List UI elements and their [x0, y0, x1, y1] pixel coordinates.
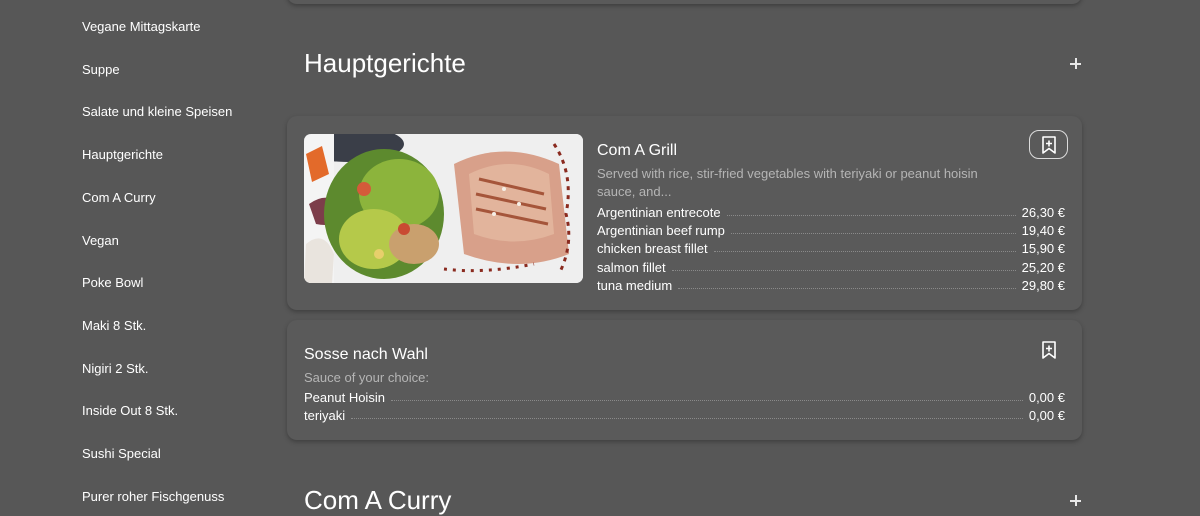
price-row: Argentinian entrecote 26,30 € — [597, 202, 1065, 220]
dotted-leader — [726, 215, 1016, 216]
price-row: chicken breast fillet 15,90 € — [597, 238, 1065, 256]
dotted-leader — [678, 288, 1016, 289]
sidebar-item-fischgenuss[interactable]: Purer roher Fischgenuss — [82, 489, 224, 504]
price-value: 19,40 € — [1021, 223, 1065, 238]
item-description: Sauce of your choice: — [304, 370, 430, 385]
section-title-hauptgerichte: Hauptgerichte — [304, 48, 466, 78]
food-photo — [304, 134, 583, 283]
price-value: 15,90 € — [1021, 241, 1065, 256]
sidebar-item-vegane-mittagskarte[interactable]: Vegane Mittagskarte — [82, 19, 201, 34]
price-option-name: chicken breast fillet — [597, 241, 708, 256]
price-value: 0,00 € — [1028, 390, 1065, 405]
sidebar-item-com-a-curry[interactable]: Com A Curry — [82, 190, 156, 205]
sidebar-item-poke-bowl[interactable]: Poke Bowl — [82, 275, 143, 290]
price-option-name: tuna medium — [597, 278, 673, 293]
price-value: 25,20 € — [1021, 260, 1065, 275]
price-option-name: teriyaki — [304, 408, 346, 423]
menu-item-card[interactable]: Sosse nach Wahl Sauce of your choice: Pe… — [287, 320, 1082, 440]
price-value: 29,80 € — [1021, 278, 1065, 293]
dotted-leader — [671, 270, 1016, 271]
dotted-leader — [730, 233, 1016, 234]
price-row: teriyaki 0,00 € — [304, 405, 1065, 423]
section-title-com-a-curry: Com A Curry — [304, 485, 452, 515]
price-value: 0,00 € — [1028, 408, 1065, 423]
item-description: Served with rice, stir-fried vegetables … — [597, 166, 978, 199]
bookmark-add-icon — [1041, 135, 1056, 154]
bookmark-button[interactable] — [1029, 130, 1068, 159]
category-sidebar: Vegane Mittagskarte Suppe Salate und kle… — [0, 0, 285, 506]
sidebar-item-vegan[interactable]: Vegan — [82, 233, 119, 248]
item-title: Com A Grill — [597, 142, 678, 159]
price-option-name: salmon fillet — [597, 260, 666, 275]
price-row: Argentinian beef rump 19,40 € — [597, 220, 1065, 238]
previous-item-card — [287, 0, 1082, 4]
dotted-leader — [713, 251, 1016, 252]
sidebar-item-maki[interactable]: Maki 8 Stk. — [82, 318, 146, 333]
sidebar-item-sushi-special[interactable]: Sushi Special — [82, 446, 161, 461]
price-row: tuna medium 29,80 € — [597, 275, 1065, 293]
sidebar-item-hauptgerichte[interactable]: Hauptgerichte — [82, 147, 163, 162]
dotted-leader — [390, 400, 1023, 401]
price-value: 26,30 € — [1021, 205, 1065, 220]
price-row: Peanut Hoisin 0,00 € — [304, 387, 1065, 405]
price-option-name: Argentinian entrecote — [597, 205, 721, 220]
expand-section-plus-icon[interactable] — [1067, 492, 1085, 510]
menu-item-card[interactable]: Com A Grill Served with rice, stir-fried… — [287, 116, 1082, 310]
dotted-leader — [351, 418, 1023, 419]
sidebar-item-inside-out[interactable]: Inside Out 8 Stk. — [82, 403, 178, 418]
sidebar-item-suppe[interactable]: Suppe — [82, 62, 120, 77]
bookmark-button[interactable] — [1037, 338, 1061, 362]
sidebar-item-nigiri[interactable]: Nigiri 2 Stk. — [82, 361, 148, 376]
price-option-name: Argentinian beef rump — [597, 223, 725, 238]
expand-section-plus-icon[interactable] — [1067, 55, 1085, 73]
item-image — [304, 134, 583, 283]
item-title: Sosse nach Wahl — [304, 346, 428, 363]
sidebar-item-salate[interactable]: Salate und kleine Speisen — [82, 104, 232, 119]
bookmark-add-icon — [1042, 341, 1056, 359]
price-row: salmon fillet 25,20 € — [597, 257, 1065, 275]
price-option-name: Peanut Hoisin — [304, 390, 385, 405]
